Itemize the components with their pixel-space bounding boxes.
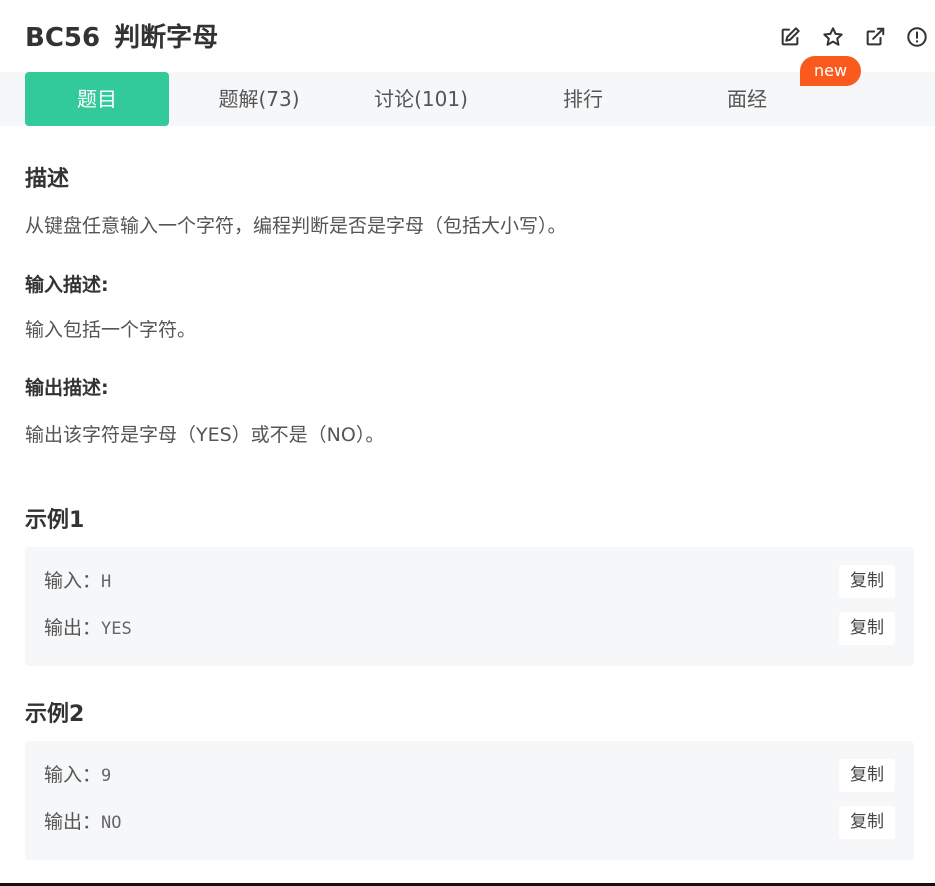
output-value: NO	[101, 813, 122, 833]
example-1-input: 输入：H	[44, 566, 111, 596]
input-value: 9	[101, 766, 112, 786]
copy-input-button[interactable]: 复制	[839, 565, 895, 598]
problem-title: 判断字母	[114, 23, 219, 53]
tab-solutions[interactable]: 题解(73)	[187, 72, 331, 126]
input-label: 输入：	[44, 764, 102, 786]
copy-input-button[interactable]: 复制	[839, 759, 895, 792]
example-1-output: 输出：YES	[44, 613, 132, 643]
tab-discussion[interactable]: 讨论(101)	[349, 72, 493, 126]
tab-bar: 题目 题解(73) 讨论(101) 排行 面经	[0, 72, 935, 126]
edit-icon[interactable]	[779, 26, 801, 48]
output-label: 输出：	[44, 617, 102, 639]
description-text: 从键盘任意输入一个字符，编程判断是否是字母（包括大小写）。	[25, 215, 567, 237]
example-1-box: 输入：H 复制 输出：YES 复制	[25, 547, 914, 666]
tab-problem[interactable]: 题目	[25, 72, 169, 126]
tab-ranking[interactable]: 排行	[511, 72, 655, 126]
output-label: 输出：	[44, 811, 102, 833]
page-header: BC56 判断字母	[0, 0, 935, 72]
tab-interview[interactable]: 面经	[673, 72, 821, 126]
page-title: BC56 判断字母	[25, 19, 218, 57]
example-2-output: 输出：NO	[44, 807, 122, 837]
star-icon[interactable]	[822, 26, 844, 48]
example-2-input: 输入：9	[44, 760, 111, 790]
input-description-heading: 输入描述:	[25, 274, 109, 296]
input-description-text: 输入包括一个字符。	[25, 319, 197, 341]
example-2-box: 输入：9 复制 输出：NO 复制	[25, 741, 914, 860]
output-value: YES	[101, 619, 132, 639]
description-heading: 描述	[25, 167, 70, 192]
output-description-heading: 输出描述:	[25, 377, 109, 399]
new-badge: new	[800, 56, 861, 86]
copy-output-button[interactable]: 复制	[839, 806, 895, 839]
output-description-text: 输出该字符是字母（YES）或不是（NO）。	[25, 424, 385, 446]
example-1-heading: 示例1	[25, 508, 85, 533]
external-link-icon[interactable]	[864, 26, 886, 48]
input-label: 输入：	[44, 570, 102, 592]
input-value: H	[101, 572, 112, 592]
problem-code: BC56	[25, 23, 101, 53]
report-icon[interactable]	[906, 26, 928, 48]
example-2-heading: 示例2	[25, 702, 85, 727]
copy-output-button[interactable]: 复制	[839, 612, 895, 645]
